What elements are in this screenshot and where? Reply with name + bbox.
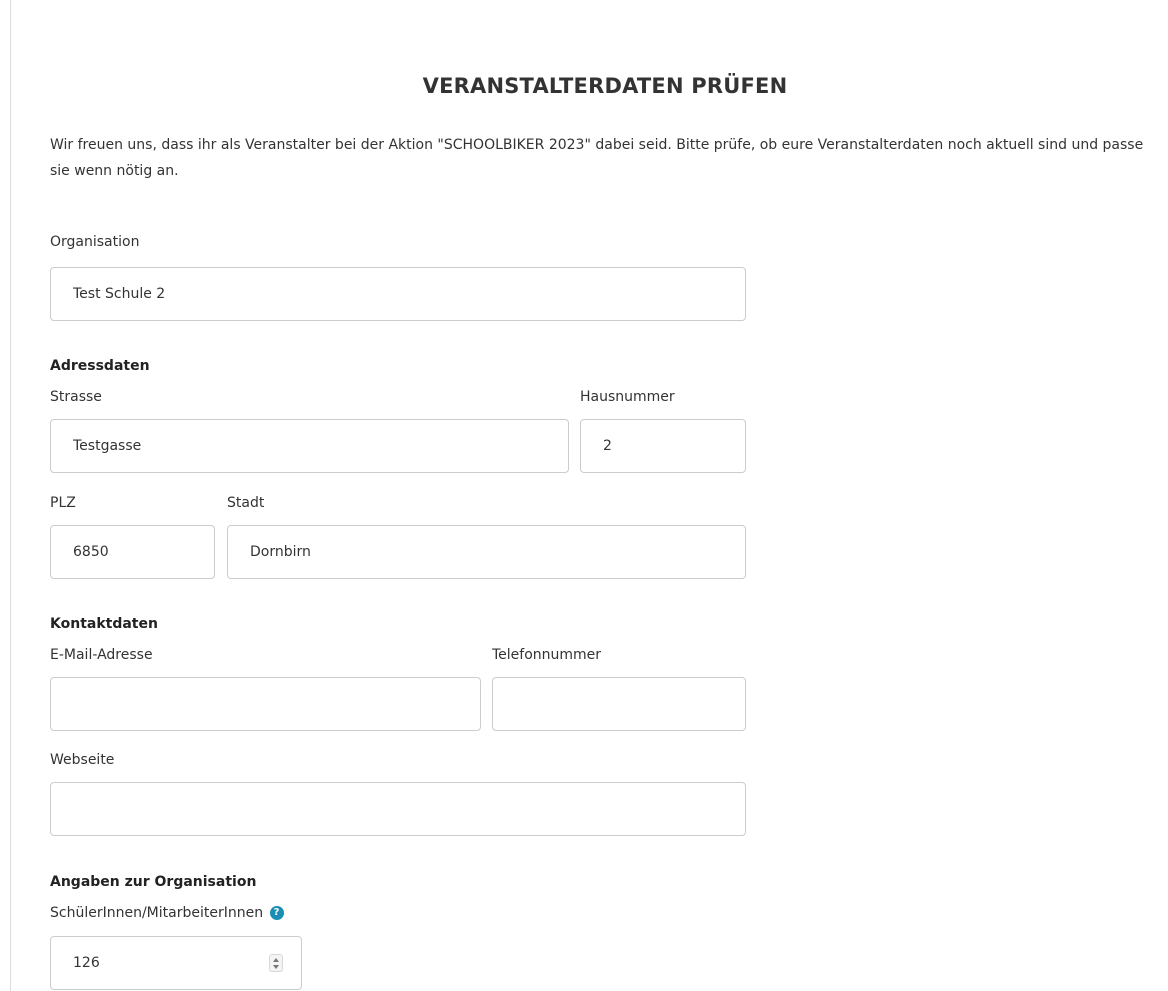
count-input[interactable]	[50, 936, 302, 990]
intro-text: Wir freuen uns, dass ihr als Veranstalte…	[50, 137, 1144, 179]
city-label: Stadt	[227, 495, 265, 511]
city-input[interactable]	[227, 525, 746, 579]
count-label-row: SchülerInnen/MitarbeiterInnen ?	[50, 905, 284, 921]
zip-input[interactable]	[50, 525, 215, 579]
organisation-label: Organisation	[50, 234, 140, 250]
page-title: VERANSTALTERDATEN PRÜFEN	[422, 74, 788, 98]
count-stepper	[50, 936, 302, 990]
phone-input[interactable]	[492, 677, 746, 731]
question-circle-icon[interactable]: ?	[269, 906, 284, 920]
count-label: SchülerInnen/MitarbeiterInnen	[50, 905, 264, 921]
address-heading: Adressdaten	[50, 358, 150, 374]
website-input[interactable]	[50, 782, 746, 836]
spinner-buttons[interactable]	[269, 954, 283, 972]
organisation-input[interactable]	[50, 267, 746, 321]
org-details-heading: Angaben zur Organisation	[50, 874, 257, 890]
zip-label: PLZ	[50, 495, 76, 511]
phone-label: Telefonnummer	[492, 647, 602, 663]
chevron-up-icon[interactable]	[273, 958, 279, 962]
contact-heading: Kontaktdaten	[50, 616, 158, 632]
house-number-label: Hausnummer	[580, 389, 675, 405]
email-input[interactable]	[50, 677, 481, 731]
chevron-down-icon[interactable]	[273, 965, 279, 969]
left-divider	[10, 0, 11, 991]
street-label: Strasse	[50, 389, 102, 405]
email-label: E-Mail-Adresse	[50, 647, 153, 663]
website-label: Webseite	[50, 752, 115, 768]
street-input[interactable]	[50, 419, 569, 473]
house-number-input[interactable]	[580, 419, 746, 473]
